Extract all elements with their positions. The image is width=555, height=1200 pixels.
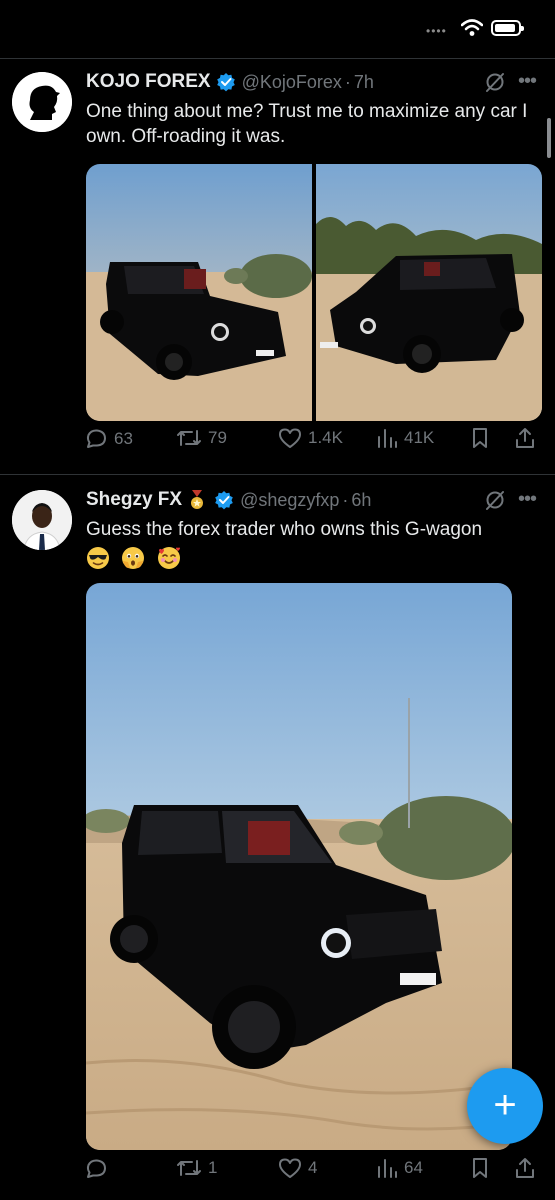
share-button[interactable]: [514, 427, 536, 449]
tweet-text: One thing about me? Trust me to maximize…: [86, 101, 528, 147]
reply-icon: [86, 1159, 106, 1178]
divider: [0, 58, 555, 59]
repost-count: 1: [208, 1158, 218, 1177]
profile-photo: [12, 490, 72, 550]
grok-icon[interactable]: [484, 489, 506, 511]
repost-icon: [177, 430, 201, 446]
views-icon: [378, 429, 397, 448]
grok-icon[interactable]: [484, 71, 506, 93]
image-black-g-wagon-portrait[interactable]: [86, 583, 512, 1150]
bookmark-button[interactable]: [470, 1157, 490, 1179]
tweet-actions: 63 79 1.4K 41K: [84, 427, 544, 457]
reply-icon: [86, 429, 106, 448]
like-button[interactable]: 1.4K: [278, 427, 343, 449]
emoji-row: [86, 546, 188, 574]
reply-button[interactable]: [84, 1157, 114, 1181]
bookmark-icon: [473, 1158, 487, 1178]
more-options-icon[interactable]: •••: [518, 70, 537, 93]
plus-icon: +: [493, 1083, 517, 1127]
wifi-icon: [461, 19, 483, 36]
bookmark-icon: [473, 428, 487, 448]
timestamp[interactable]: 6h: [351, 490, 371, 511]
media-single: [86, 583, 512, 1150]
tweet-actions: 1 4 64: [84, 1157, 544, 1187]
share-icon: [516, 428, 534, 448]
divider: [0, 474, 555, 475]
verified-badge-icon: [216, 73, 235, 92]
share-icon: [516, 1158, 534, 1178]
author-row: Shegzy FX @shegzyfxp · 6h: [86, 488, 371, 512]
display-name[interactable]: Shegzy FX: [86, 489, 182, 511]
like-count: 4: [308, 1158, 318, 1177]
status-bar: ••••: [0, 0, 555, 58]
avatar[interactable]: [12, 490, 72, 550]
handle[interactable]: @KojoForex: [242, 72, 342, 93]
silhouette-logo: [12, 72, 72, 132]
like-count: 1.4K: [308, 428, 343, 447]
repost-icon: [177, 1160, 201, 1176]
image-black-g-wagon-front-left[interactable]: [86, 164, 312, 421]
smiling-face-with-hearts-emoji: [157, 547, 180, 569]
heart-icon: [279, 1158, 301, 1178]
share-button[interactable]: [514, 1157, 536, 1179]
repost-count: 79: [208, 428, 227, 447]
reply-count: 63: [114, 429, 133, 448]
medal-icon: [191, 490, 204, 509]
views-count: 64: [404, 1158, 423, 1177]
like-button[interactable]: 4: [278, 1157, 317, 1179]
reply-button[interactable]: 63: [84, 427, 133, 451]
scrollbar[interactable]: [547, 118, 551, 158]
views-button[interactable]: 64: [376, 1157, 423, 1179]
battery-icon: [491, 20, 524, 36]
repost-button[interactable]: 1: [176, 1157, 217, 1179]
timestamp[interactable]: 7h: [354, 72, 374, 93]
more-options-icon[interactable]: •••: [518, 488, 537, 511]
signal-dots-icon: ••••: [426, 24, 447, 38]
compose-button[interactable]: +: [467, 1068, 543, 1144]
image-black-g-wagon-front-right[interactable]: [316, 164, 542, 421]
heart-icon: [279, 428, 301, 448]
bookmark-button[interactable]: [470, 427, 490, 449]
repost-button[interactable]: 79: [176, 427, 227, 449]
views-button[interactable]: 41K: [376, 427, 434, 449]
author-row: KOJO FOREX @KojoForex · 7h: [86, 70, 374, 94]
separator: ·: [342, 489, 349, 510]
face-holding-back-tears-emoji: [122, 547, 145, 569]
display-name[interactable]: KOJO FOREX: [86, 71, 211, 93]
views-count: 41K: [404, 428, 435, 447]
views-icon: [378, 1159, 397, 1178]
media-grid: [86, 164, 542, 421]
avatar[interactable]: [12, 72, 72, 132]
verified-badge-icon: [215, 491, 233, 510]
separator: ·: [344, 71, 351, 92]
tweet-text: Guess the forex trader who owns this G-w…: [86, 519, 483, 540]
handle[interactable]: @shegzyfxp: [240, 490, 339, 511]
sunglasses-face-emoji: [87, 547, 109, 569]
